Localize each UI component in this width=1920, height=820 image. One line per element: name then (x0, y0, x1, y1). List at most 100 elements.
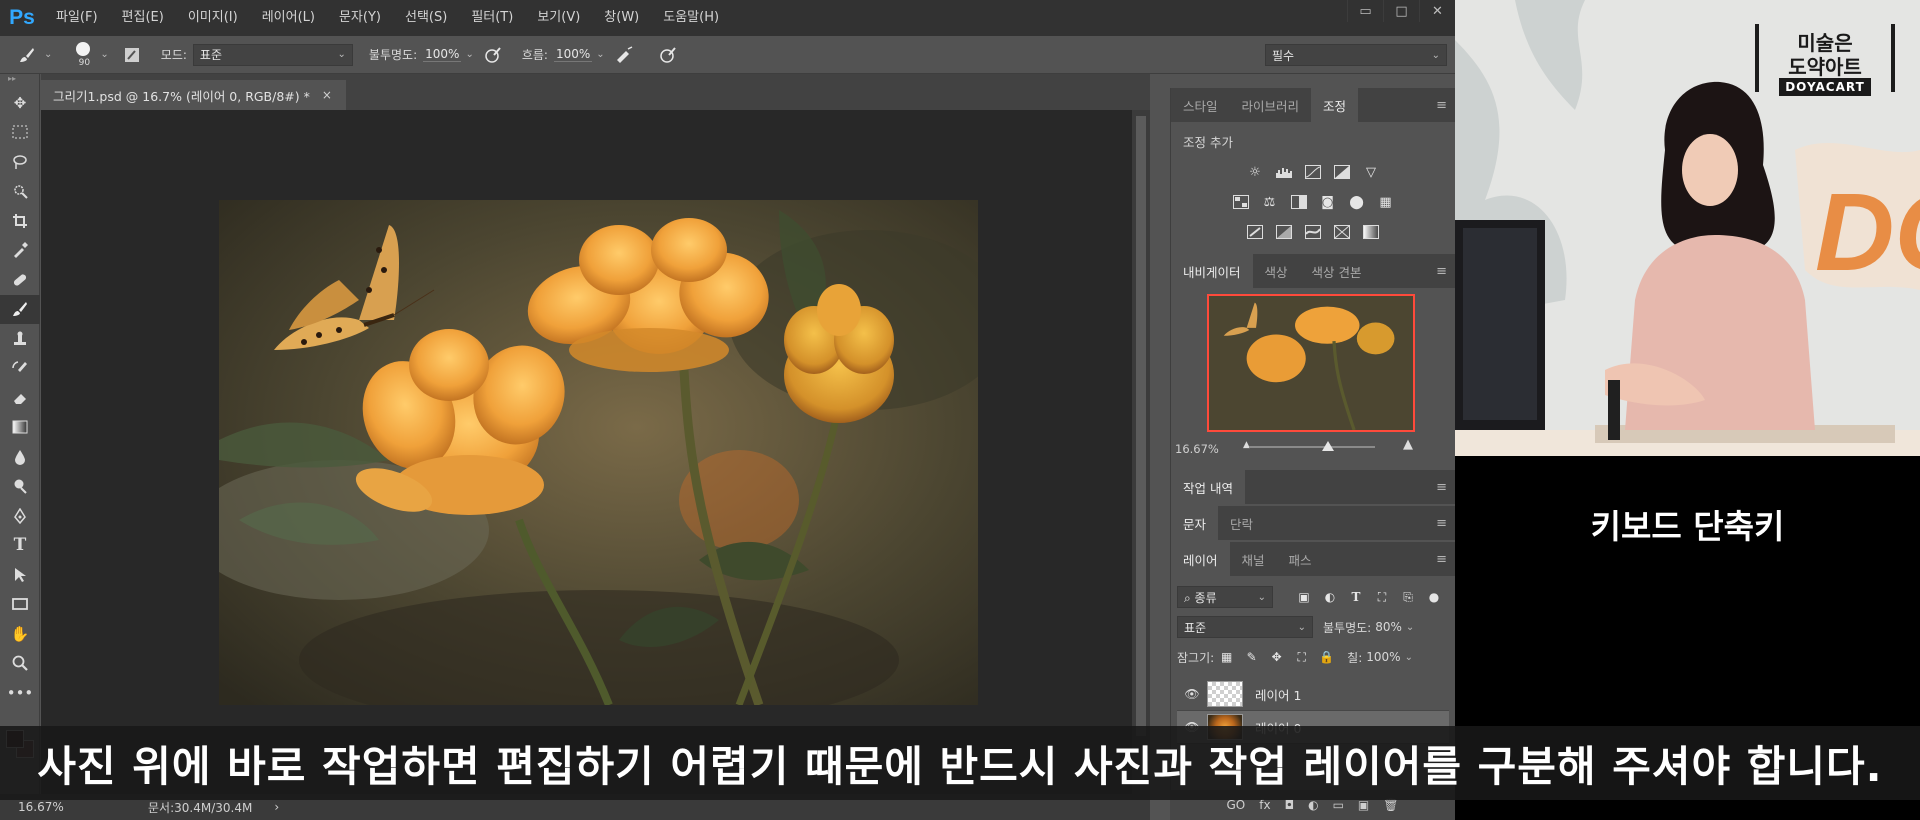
brush-size-picker[interactable]: 90 (70, 40, 96, 70)
chevron-down-icon[interactable]: ⌄ (44, 49, 52, 60)
menu-file[interactable]: 파일(F) (44, 0, 110, 36)
fill-value[interactable]: 100% (1366, 650, 1400, 664)
gradient-tool-icon[interactable] (0, 413, 40, 443)
link-layers-icon[interactable]: GO (1227, 798, 1246, 812)
hand-tool-icon[interactable]: ✋ (0, 619, 40, 649)
filter-smart-object-icon[interactable]: ⎘ (1395, 590, 1421, 605)
layer-opacity-value[interactable]: 80% (1375, 620, 1402, 634)
blur-tool-icon[interactable] (0, 442, 40, 472)
tab-color[interactable]: 색상 (1253, 254, 1300, 288)
panel-menu-icon[interactable]: ≡ (1436, 480, 1447, 495)
minimize-button[interactable]: ▭ (1347, 0, 1383, 22)
panel-menu-icon[interactable]: ≡ (1436, 264, 1447, 279)
chevron-down-icon[interactable]: ⌄ (465, 49, 473, 60)
new-adjustment-icon[interactable]: ◐ (1308, 798, 1318, 812)
type-tool-icon[interactable]: T (0, 531, 40, 561)
tab-swatches[interactable]: 색상 견본 (1300, 254, 1374, 288)
menu-edit[interactable]: 편집(E) (110, 0, 176, 36)
new-group-icon[interactable]: ▭ (1333, 798, 1344, 812)
navigator-thumbnail[interactable] (1207, 294, 1415, 432)
maximize-button[interactable]: □ (1383, 0, 1419, 22)
healing-brush-tool-icon[interactable] (0, 265, 40, 295)
pressure-opacity-icon[interactable] (480, 42, 506, 68)
menu-select[interactable]: 선택(S) (393, 0, 459, 36)
pen-tool-icon[interactable] (0, 501, 40, 531)
menu-filter[interactable]: 필터(T) (459, 0, 525, 36)
lasso-tool-icon[interactable] (0, 147, 40, 177)
invert-icon[interactable] (1245, 222, 1265, 242)
tab-paths[interactable]: 패스 (1277, 542, 1324, 576)
panel-menu-icon[interactable]: ≡ (1436, 516, 1447, 531)
blend-mode-select[interactable]: 표준 ⌄ (1177, 616, 1313, 638)
tab-layers[interactable]: 레이어 (1171, 542, 1230, 576)
delete-layer-icon[interactable]: 🗑 (1383, 798, 1398, 812)
vertical-scrollbar[interactable] (1132, 110, 1150, 794)
filter-pixel-icon[interactable]: ▣ (1291, 590, 1317, 604)
lock-image-icon[interactable]: ✎ (1239, 650, 1264, 664)
crop-tool-icon[interactable] (0, 206, 40, 236)
opacity-value[interactable]: 100% (423, 47, 462, 62)
selective-color-icon[interactable] (1332, 222, 1352, 242)
brightness-contrast-icon[interactable]: ☼ (1245, 162, 1265, 182)
tab-character[interactable]: 문자 (1171, 506, 1219, 540)
chevron-down-icon[interactable]: ⌄ (100, 49, 108, 60)
menu-view[interactable]: 보기(V) (525, 0, 592, 36)
canvas-photo-butterfly-flowers[interactable] (219, 200, 978, 705)
filter-toggle-icon[interactable]: ● (1421, 590, 1447, 604)
panel-menu-icon[interactable]: ≡ (1436, 552, 1447, 567)
canvas-area[interactable] (41, 110, 1150, 794)
zoom-out-icon[interactable]: ▲ (1243, 440, 1250, 450)
slider-knob[interactable] (1322, 441, 1334, 451)
lock-position-icon[interactable]: ✥ (1264, 650, 1289, 664)
tab-history[interactable]: 작업 내역 (1171, 470, 1245, 504)
chevron-down-icon[interactable]: ⌄ (1405, 652, 1413, 663)
color-balance-icon[interactable]: ⚖ (1260, 192, 1280, 212)
layer-style-icon[interactable]: fx (1259, 798, 1270, 812)
quick-selection-tool-icon[interactable] (0, 177, 40, 207)
move-tool-icon[interactable]: ✥ (0, 88, 40, 118)
tab-channels[interactable]: 채널 (1230, 542, 1277, 576)
document-tab[interactable]: 그리기1.psd @ 16.7% (레이어 0, RGB/8#) * × (41, 80, 346, 110)
black-white-icon[interactable] (1289, 192, 1309, 212)
close-icon[interactable]: × (322, 88, 332, 102)
tab-navigator[interactable]: 내비게이터 (1171, 254, 1253, 288)
color-lookup-icon[interactable]: ▦ (1376, 192, 1396, 212)
status-arrow-icon[interactable]: › (274, 800, 279, 814)
history-brush-tool-icon[interactable] (0, 354, 40, 384)
vibrance-icon[interactable]: ▽ (1361, 162, 1381, 182)
path-selection-tool-icon[interactable] (0, 560, 40, 590)
zoom-in-icon[interactable]: ▲ (1403, 437, 1413, 452)
more-tools-icon[interactable]: ••• (0, 678, 40, 708)
tab-styles[interactable]: 스타일 (1171, 88, 1230, 122)
brush-preset-icon[interactable] (14, 42, 40, 68)
channel-mixer-icon[interactable]: ⬤ (1347, 192, 1367, 212)
status-zoom[interactable]: 16.67% (18, 800, 98, 814)
posterize-icon[interactable] (1274, 222, 1294, 242)
layer-row-1[interactable]: 👁 레이어 1 (1177, 678, 1449, 711)
rectangle-tool-icon[interactable] (0, 590, 40, 620)
exposure-icon[interactable] (1332, 162, 1352, 182)
brush-tool-icon[interactable] (0, 294, 40, 324)
pressure-size-icon[interactable] (655, 42, 681, 68)
mode-select[interactable]: 표준 ⌄ (192, 43, 353, 66)
close-button[interactable]: ✕ (1419, 0, 1455, 22)
brush-panel-icon[interactable] (119, 42, 145, 68)
menu-image[interactable]: 이미지(I) (176, 0, 250, 36)
menu-layer[interactable]: 레이어(L) (250, 0, 327, 36)
filter-type-icon[interactable]: T (1343, 590, 1369, 604)
tab-adjustments[interactable]: 조정 (1311, 88, 1359, 122)
lock-artboard-icon[interactable]: ⛶ (1289, 650, 1314, 665)
menu-type[interactable]: 문자(Y) (327, 0, 393, 36)
clone-stamp-tool-icon[interactable] (0, 324, 40, 354)
levels-icon[interactable] (1274, 162, 1294, 182)
layer-filter-kind-select[interactable]: ⌕ 종류 ⌄ (1177, 586, 1273, 608)
zoom-tool-icon[interactable] (0, 649, 40, 679)
gradient-map-icon[interactable] (1361, 222, 1381, 242)
navigator-zoom-value[interactable]: 16.67% (1175, 442, 1219, 456)
filter-shape-icon[interactable]: ⛶ (1369, 590, 1395, 605)
tab-libraries[interactable]: 라이브러리 (1230, 88, 1312, 122)
panel-grip-icon[interactable]: ▸▸ (0, 74, 39, 88)
marquee-tool-icon[interactable] (0, 118, 40, 148)
scrollbar-thumb[interactable] (1136, 116, 1146, 736)
curves-icon[interactable] (1303, 162, 1323, 182)
